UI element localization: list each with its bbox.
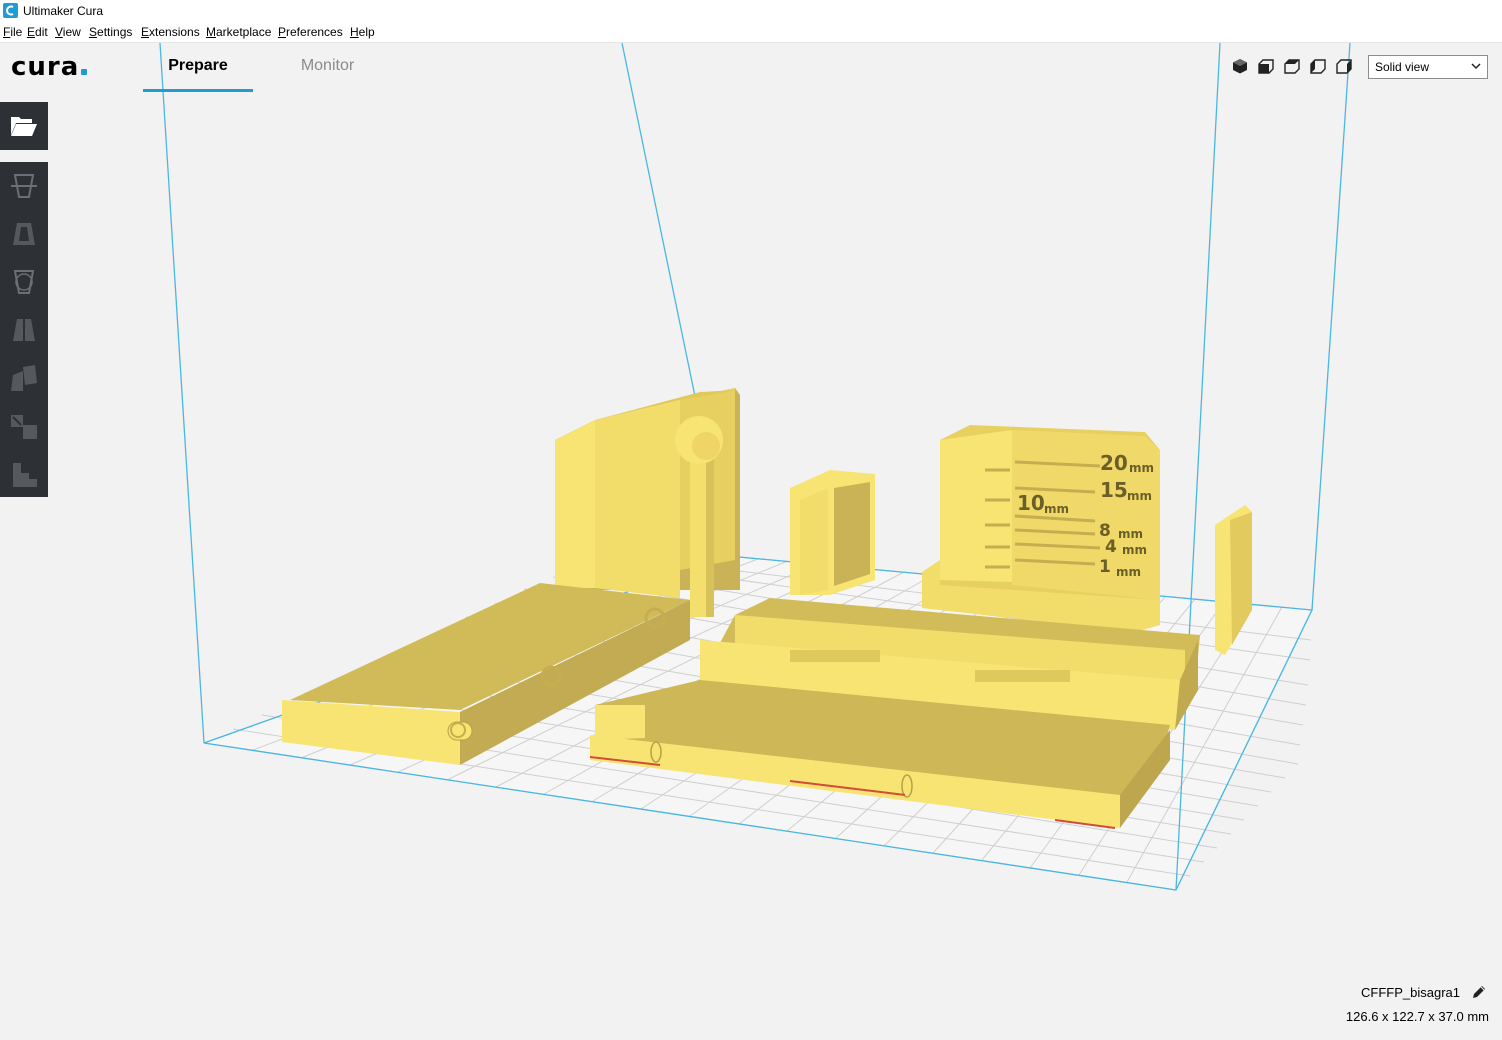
left-view-icon[interactable] xyxy=(1310,58,1326,74)
gauge-label-20: 20 xyxy=(1100,451,1128,475)
menu-extensions[interactable]: Extensions xyxy=(141,25,200,39)
per-model-settings-icon[interactable] xyxy=(9,363,39,393)
edit-pencil-icon[interactable] xyxy=(1471,984,1487,1000)
gauge-unit-4: mm xyxy=(1122,543,1147,557)
right-view-icon[interactable] xyxy=(1336,58,1352,74)
tab-prepare[interactable]: Prepare xyxy=(143,57,253,92)
menu-view[interactable]: View xyxy=(55,25,81,39)
gauge-unit-20: mm xyxy=(1129,461,1154,475)
view-mode-select[interactable]: Solid view xyxy=(1368,55,1488,79)
menu-preferences[interactable]: Preferences xyxy=(278,25,343,39)
folder-open-icon xyxy=(11,117,37,136)
gauge-unit-1: mm xyxy=(1116,565,1141,579)
front-view-icon[interactable] xyxy=(1258,58,1274,74)
title-bar: Ultimaker Cura xyxy=(0,0,1502,22)
tools-toolbar xyxy=(0,162,48,497)
gauge-label-4: 4 xyxy=(1105,537,1117,557)
chevron-down-icon xyxy=(1471,63,1481,70)
scale-tool-icon[interactable] xyxy=(9,219,39,249)
open-file-button[interactable] xyxy=(0,102,48,150)
tab-monitor[interactable]: Monitor xyxy=(280,57,375,75)
gauge-unit-10: mm xyxy=(1044,502,1069,516)
layflat-icon[interactable] xyxy=(9,459,39,489)
build-volume-scene: 20 mm 15 mm 10 mm 8 mm 4 mm 1 mm xyxy=(159,43,1351,891)
support-blocker-icon[interactable] xyxy=(9,411,39,441)
cura-logo: cura xyxy=(11,52,88,82)
gauge-label-15: 15 xyxy=(1100,478,1128,502)
menu-file[interactable]: File xyxy=(3,25,22,39)
top-view-icon[interactable] xyxy=(1284,58,1300,74)
rotate-tool-icon[interactable] xyxy=(9,267,39,297)
menu-edit[interactable]: Edit xyxy=(27,25,48,39)
window-title: Ultimaker Cura xyxy=(23,4,104,18)
mirror-tool-icon[interactable] xyxy=(9,315,39,345)
viewport-3d[interactable]: 20 mm 15 mm 10 mm 8 mm 4 mm 1 mm xyxy=(0,43,1502,1040)
gauge-unit-15: mm xyxy=(1127,489,1152,503)
logo-text: cura xyxy=(11,52,80,82)
menu-marketplace[interactable]: Marketplace xyxy=(206,25,271,39)
object-dimensions: 126.6 x 122.7 x 37.0 mm xyxy=(1345,1009,1489,1024)
gauge-label-10: 10 xyxy=(1017,491,1045,515)
gauge-label-1: 1 xyxy=(1099,557,1111,577)
menu-help[interactable]: Help xyxy=(350,25,375,39)
view-mode-label: Solid view xyxy=(1375,60,1430,74)
menu-bar: File Edit View Settings Extensions Marke… xyxy=(0,22,1502,43)
cura-app-icon xyxy=(3,3,18,18)
gauge-unit-8: mm xyxy=(1118,527,1143,541)
3d-view-icon[interactable] xyxy=(1232,58,1248,74)
move-tool-icon[interactable] xyxy=(9,171,39,201)
logo-dot xyxy=(81,69,88,75)
menu-settings[interactable]: Settings xyxy=(89,25,132,39)
object-name: CFFFP_bisagra1 xyxy=(1361,985,1460,1000)
model-gauge-block: 20 mm 15 mm 10 mm 8 mm 4 mm 1 mm xyxy=(922,425,1160,632)
model-small-box xyxy=(790,470,875,595)
